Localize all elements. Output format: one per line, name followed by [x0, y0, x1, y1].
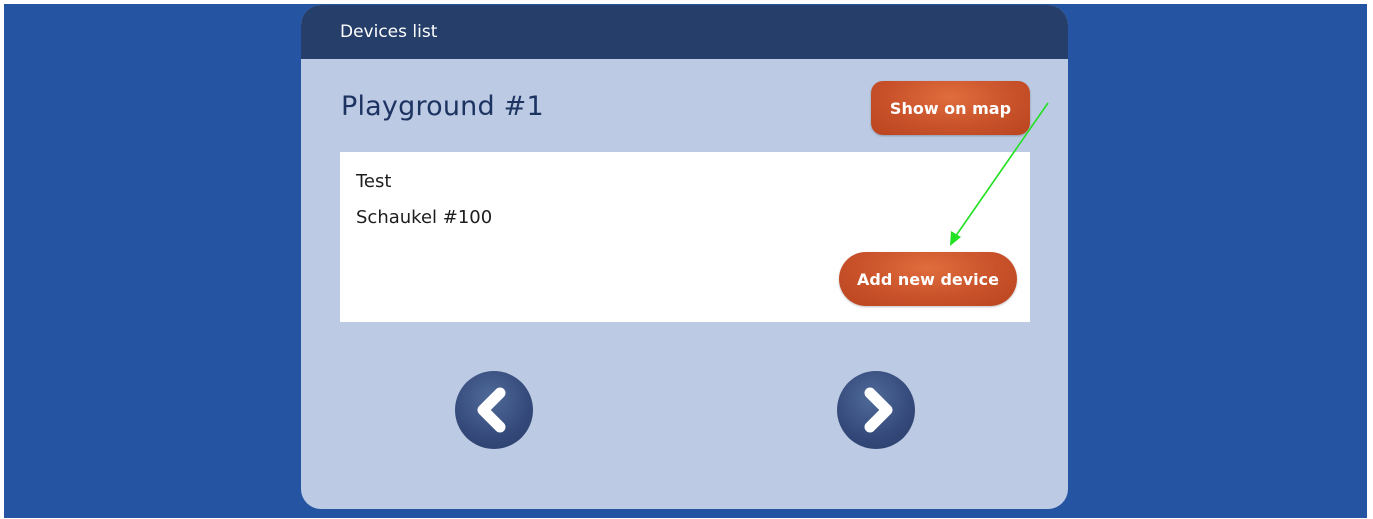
- show-on-map-button[interactable]: Show on map: [871, 81, 1030, 135]
- playground-title: Playground #1: [341, 91, 544, 122]
- device-list: Test Schaukel #100 Add new device: [340, 152, 1030, 322]
- card-header: Devices list: [301, 5, 1068, 59]
- list-item[interactable]: Schaukel #100: [356, 207, 492, 228]
- add-new-device-button[interactable]: Add new device: [839, 252, 1017, 306]
- chevron-right-icon: [864, 387, 893, 433]
- chevron-left-icon: [477, 387, 506, 433]
- next-button[interactable]: [837, 371, 915, 449]
- previous-button[interactable]: [455, 371, 533, 449]
- list-item[interactable]: Test: [356, 171, 391, 192]
- devices-card: Devices list Playground #1 Show on map T…: [301, 5, 1068, 509]
